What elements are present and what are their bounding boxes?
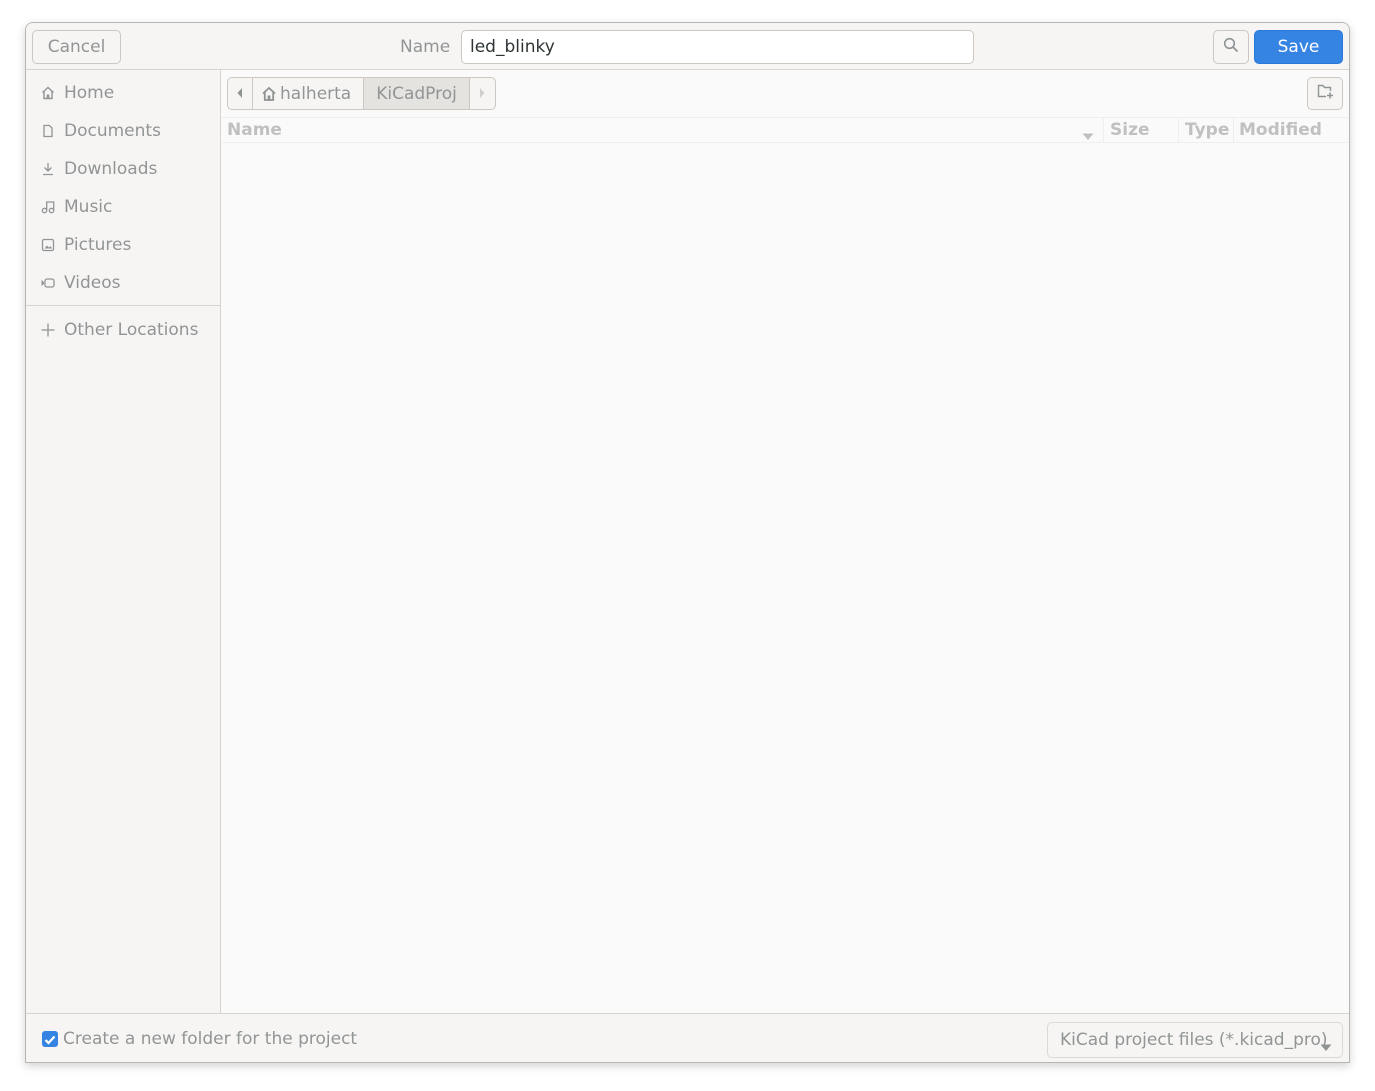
file-list-empty-area[interactable]	[221, 144, 1349, 1013]
filename-input[interactable]	[461, 30, 974, 64]
sidebar-item-label: Videos	[64, 273, 121, 293]
home-icon	[40, 85, 56, 101]
path-bar: halherta KiCadProj	[227, 77, 496, 110]
column-size[interactable]: Size	[1103, 118, 1178, 142]
file-browser: halherta KiCadProj Name Size Type Modifi…	[221, 70, 1349, 1013]
sidebar-item-label: Other Locations	[64, 320, 199, 340]
sidebar-item-documents[interactable]: Documents	[26, 112, 220, 150]
path-segment-label: KiCadProj	[376, 83, 457, 104]
search-button[interactable]	[1213, 30, 1249, 64]
new-folder-button[interactable]	[1307, 77, 1343, 110]
document-icon	[40, 123, 56, 139]
path-forward-button[interactable]	[470, 78, 495, 109]
sidebar-item-home[interactable]: Home	[26, 74, 220, 112]
sidebar-item-label: Downloads	[64, 159, 158, 179]
chevron-right-icon	[478, 84, 486, 104]
column-label: Name	[227, 120, 282, 140]
name-label: Name	[400, 37, 451, 57]
sidebar-item-label: Documents	[64, 121, 161, 141]
column-label: Type	[1185, 120, 1230, 140]
file-list-header: Name Size Type Modified	[221, 117, 1349, 146]
sidebar-item-other-locations[interactable]: Other Locations	[26, 311, 220, 349]
column-type[interactable]: Type	[1178, 118, 1233, 142]
column-label: Modified	[1239, 120, 1322, 140]
column-label: Size	[1110, 120, 1150, 140]
cancel-button[interactable]: Cancel	[32, 30, 121, 64]
file-type-filter-dropdown[interactable]: KiCad project files (*.kicad_pro)	[1047, 1022, 1343, 1058]
footer-bar: Create a new folder for the project KiCa…	[26, 1013, 1349, 1062]
video-icon	[40, 275, 56, 291]
search-icon	[1223, 37, 1239, 58]
download-icon	[40, 161, 56, 177]
sidebar-item-label: Home	[64, 83, 115, 103]
path-back-button[interactable]	[228, 78, 253, 109]
path-segment-current[interactable]: KiCadProj	[364, 78, 470, 109]
sidebar-item-label: Music	[64, 197, 113, 217]
home-icon	[261, 86, 277, 102]
path-segment-home[interactable]: halherta	[253, 78, 365, 109]
path-segment-label: halherta	[280, 83, 352, 104]
sidebar-item-label: Pictures	[64, 235, 132, 255]
create-folder-checkbox[interactable]	[42, 1031, 58, 1047]
plus-icon	[40, 322, 56, 338]
folder-new-icon	[1317, 84, 1334, 104]
picture-icon	[40, 237, 56, 253]
places-sidebar: Home Documents Downloads Music Pictures	[26, 70, 221, 1013]
chevron-left-icon	[236, 84, 244, 104]
music-icon	[40, 199, 56, 215]
sidebar-separator	[26, 305, 220, 306]
column-name[interactable]: Name	[227, 118, 1097, 142]
sidebar-item-music[interactable]: Music	[26, 188, 220, 226]
create-folder-label[interactable]: Create a new folder for the project	[63, 1029, 357, 1049]
sidebar-item-videos[interactable]: Videos	[26, 264, 220, 302]
save-file-dialog: Cancel Name Save Home Documents Dow	[25, 22, 1350, 1063]
save-button[interactable]: Save	[1254, 30, 1343, 64]
column-modified[interactable]: Modified	[1233, 118, 1349, 142]
chevron-down-icon	[1320, 1037, 1332, 1057]
sidebar-item-pictures[interactable]: Pictures	[26, 226, 220, 264]
filter-selected-label: KiCad project files (*.kicad_pro)	[1060, 1030, 1328, 1050]
header-bar: Cancel Name Save	[26, 23, 1349, 70]
checkmark-icon	[44, 1030, 56, 1049]
sidebar-item-downloads[interactable]: Downloads	[26, 150, 220, 188]
sort-descending-icon	[1082, 126, 1094, 146]
